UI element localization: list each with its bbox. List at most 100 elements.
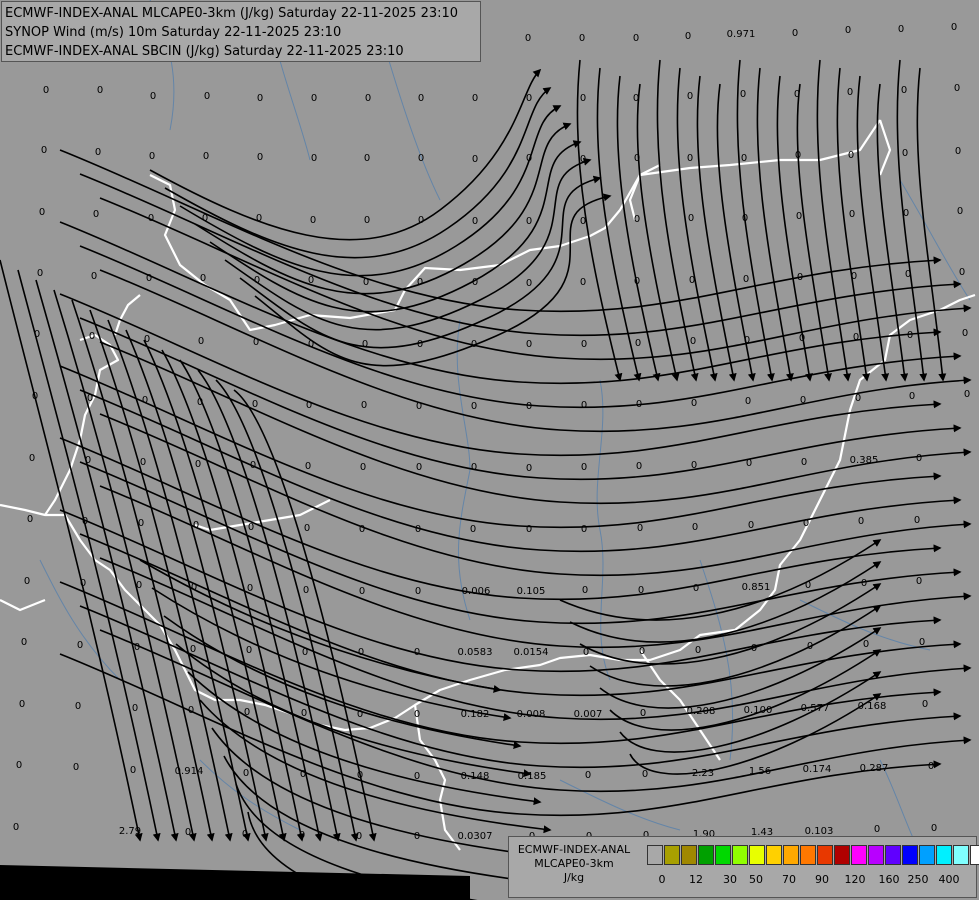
sbcin-value: 0 [250, 460, 256, 471]
sbcin-value: 0 [582, 585, 588, 596]
sbcin-value: 0 [689, 275, 695, 286]
legend-swatch [766, 845, 782, 865]
sbcin-value: 0 [146, 273, 152, 284]
sbcin-value: 0 [197, 397, 203, 408]
sbcin-value: 0 [792, 28, 798, 39]
sbcin-value: 0 [801, 457, 807, 468]
sbcin-value: 0 [959, 267, 965, 278]
sbcin-value: 0 [27, 514, 33, 525]
legend-swatch [817, 845, 833, 865]
sbcin-value: 0 [642, 769, 648, 780]
sbcin-value: 0 [914, 515, 920, 526]
sbcin-value: 0 [905, 269, 911, 280]
sbcin-value: 0 [256, 213, 262, 224]
sbcin-value: 0 [687, 91, 693, 102]
sbcin-value: 0 [581, 524, 587, 535]
sbcin-value: 0 [525, 33, 531, 44]
sbcin-value: 0.007 [574, 709, 603, 720]
sbcin-value: 0 [636, 399, 642, 410]
sbcin-value: 0 [82, 516, 88, 527]
sbcin-value: 0 [24, 576, 30, 587]
sbcin-value: 0 [581, 339, 587, 350]
sbcin-value: 0 [746, 458, 752, 469]
sbcin-value: 0 [360, 462, 366, 473]
map-background [0, 0, 979, 900]
sbcin-value: 0 [951, 22, 957, 33]
sbcin-value: 0 [138, 518, 144, 529]
sbcin-value: 0 [185, 827, 191, 838]
sbcin-value: 0 [299, 830, 305, 841]
legend-swatch [885, 845, 901, 865]
sbcin-value: 0 [305, 461, 311, 472]
sbcin-value: 0.148 [461, 771, 490, 782]
sbcin-value: 0 [414, 647, 420, 658]
sbcin-value: 0 [198, 336, 204, 347]
sbcin-value: 0 [202, 213, 208, 224]
sbcin-value: 0 [526, 401, 532, 412]
legend-swatch [902, 845, 918, 865]
legend-swatch [783, 845, 799, 865]
sbcin-value: 0 [140, 457, 146, 468]
sbcin-value: 0 [87, 393, 93, 404]
sbcin-value: 0 [740, 89, 746, 100]
sbcin-value: 0 [800, 395, 806, 406]
sbcin-value: 0 [633, 93, 639, 104]
sbcin-value: 0 [471, 401, 477, 412]
sbcin-value: 0 [526, 216, 532, 227]
sbcin-value: 0 [39, 207, 45, 218]
sbcin-value: 0.174 [803, 764, 832, 775]
sbcin-value: 0 [928, 761, 934, 772]
sbcin-value: 0 [847, 87, 853, 98]
legend-tick-label: 160 [878, 873, 900, 886]
sbcin-value: 0 [471, 339, 477, 350]
sbcin-value: 0 [244, 707, 250, 718]
sbcin-value: 0 [581, 462, 587, 473]
sbcin-value: 0.0583 [458, 647, 493, 658]
sbcin-value: 0 [41, 145, 47, 156]
sbcin-value: 0 [416, 462, 422, 473]
sbcin-value: 0 [204, 91, 210, 102]
sbcin-value: 0 [32, 391, 38, 402]
sbcin-value: 0 [693, 583, 699, 594]
sbcin-value: 0 [310, 215, 316, 226]
legend-swatch [834, 845, 850, 865]
sbcin-value: 0 [415, 586, 421, 597]
legend-swatch [715, 845, 731, 865]
legend-swatch [681, 845, 697, 865]
sbcin-value: 0 [149, 151, 155, 162]
color-legend: ECMWF-INDEX-ANAL MLCAPE0-3km J/kg 0 12 30 5… [508, 836, 979, 898]
sbcin-value: 0 [16, 760, 22, 771]
sbcin-value: 0 [805, 580, 811, 591]
sbcin-value: 0 [471, 462, 477, 473]
sbcin-value: 0 [148, 213, 154, 224]
sbcin-value: 0 [640, 708, 646, 719]
sbcin-value: 0 [359, 524, 365, 535]
sbcin-value: 0 [300, 769, 306, 780]
legend-tick-label: 120 [844, 873, 866, 886]
sbcin-value: 0 [357, 770, 363, 781]
sbcin-value: 0 [364, 215, 370, 226]
sbcin-value: 0 [302, 647, 308, 658]
sbcin-value: 0 [903, 208, 909, 219]
sbcin-value: 0 [203, 151, 209, 162]
sbcin-value: 0 [472, 216, 478, 227]
sbcin-value: 0 [855, 393, 861, 404]
sbcin-value: 0 [37, 268, 43, 279]
map-title-box: ECMWF-INDEX-ANAL MLCAPE0-3km (J/kg) Satu… [1, 1, 481, 62]
sbcin-value: 0 [356, 831, 362, 842]
sbcin-value: 0 [919, 637, 925, 648]
legend-title: ECMWF-INDEX-ANAL MLCAPE0-3km J/kg [509, 843, 639, 885]
sbcin-value: 0 [858, 516, 864, 527]
sbcin-value: 0 [902, 148, 908, 159]
legend-color-bar [647, 845, 979, 865]
sbcin-value: 0 [901, 85, 907, 96]
sbcin-value: 0 [414, 831, 420, 842]
sbcin-value: 0 [311, 93, 317, 104]
sbcin-value: 0 [357, 709, 363, 720]
sbcin-value: 0 [195, 459, 201, 470]
sbcin-value: 0 [691, 460, 697, 471]
sbcin-value: 0 [418, 93, 424, 104]
sbcin-value: 0 [580, 216, 586, 227]
sbcin-value: 0 [849, 209, 855, 220]
sbcin-value: 0 [136, 580, 142, 591]
